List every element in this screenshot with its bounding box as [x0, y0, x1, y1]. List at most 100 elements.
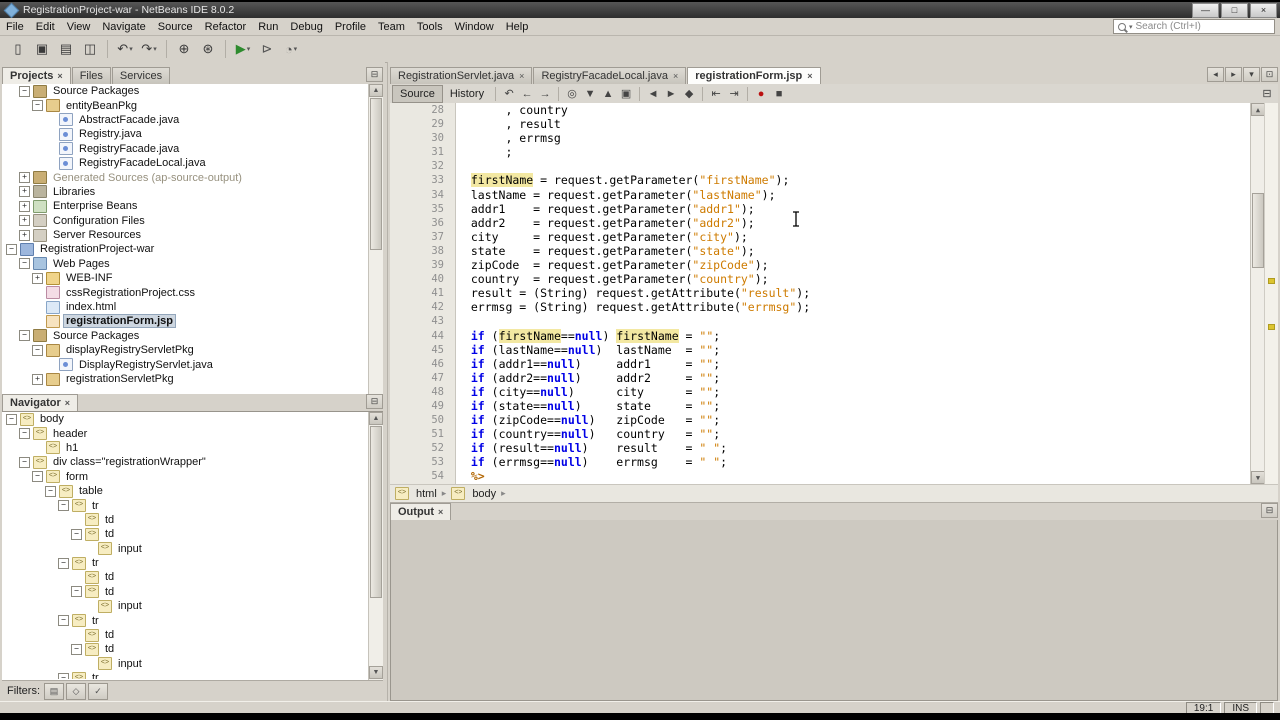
- breadcrumb-item-body[interactable]: body: [472, 488, 496, 500]
- line-number-gutter[interactable]: 28 29 30 31 32 33 34 35 36 37 38 39 40 41 42 43 44 45 46 47…: [390, 103, 456, 484]
- source-view-button[interactable]: Source: [392, 84, 443, 103]
- minimize-button[interactable]: —: [1192, 2, 1219, 18]
- tree-item-td[interactable]: − td: [2, 642, 369, 656]
- line-number[interactable]: 53: [390, 455, 444, 469]
- menu-team[interactable]: Team: [372, 20, 411, 34]
- find-next-occurrence-icon[interactable]: ▼: [581, 86, 599, 102]
- dropdown-arrow-icon[interactable]: ▾: [294, 45, 298, 53]
- toggle-editor-toolbar-icon[interactable]: ⊟: [1258, 86, 1276, 102]
- build-project-button[interactable]: ⊕: [172, 38, 196, 60]
- code-editor[interactable]: 28 29 30 31 32 33 34 35 36 37 38 39 40 41 42 43 44 45 46 47…: [390, 103, 1278, 484]
- code-line[interactable]: country = request.getParameter("country"…: [457, 272, 1250, 286]
- filter-toggle-1-icon[interactable]: ▤: [44, 682, 64, 700]
- tree-item-input[interactable]: input: [2, 599, 369, 613]
- tree-item-enterprise-beans[interactable]: + Enterprise Beans: [2, 199, 369, 213]
- menu-window[interactable]: Window: [449, 20, 500, 34]
- tree-item-registry-java[interactable]: Registry.java: [2, 127, 369, 141]
- line-number[interactable]: 44: [390, 329, 444, 343]
- code-line[interactable]: , errmsg: [457, 131, 1250, 145]
- line-number[interactable]: 49: [390, 399, 444, 413]
- collapse-icon[interactable]: −: [71, 528, 82, 540]
- tree-item-generated-sources-ap-source-output[interactable]: + Generated Sources (ap-source-output): [2, 170, 369, 185]
- dropdown-arrow-icon[interactable]: ▾: [247, 45, 251, 53]
- filter-toggle-3-icon[interactable]: ✓: [88, 682, 108, 700]
- line-number[interactable]: 42: [390, 300, 444, 314]
- close-icon[interactable]: ×: [57, 71, 62, 81]
- tree-item-tr[interactable]: − tr: [2, 671, 369, 679]
- menu-view[interactable]: View: [61, 20, 97, 34]
- code-line[interactable]: if (result==null) result = " ";: [457, 441, 1250, 455]
- line-number[interactable]: 41: [390, 286, 444, 300]
- line-number[interactable]: 32: [390, 159, 444, 173]
- tree-item-td[interactable]: td: [2, 513, 369, 527]
- tab-projects[interactable]: Projects ×: [2, 67, 71, 84]
- tree-item-libraries[interactable]: + Libraries: [2, 185, 369, 199]
- tree-item-registrationform-jsp[interactable]: registrationForm.jsp: [2, 314, 369, 329]
- dropdown-arrow-icon[interactable]: ▾: [153, 45, 157, 53]
- new-project-button[interactable]: ▣: [30, 38, 54, 60]
- find-previous-occurrence-icon[interactable]: ▲: [599, 86, 617, 102]
- line-number[interactable]: 48: [390, 385, 444, 399]
- occurrence-mark[interactable]: [1268, 323, 1275, 330]
- menu-run[interactable]: Run: [252, 20, 284, 34]
- code-line[interactable]: errmsg = (String) request.getAttribute("…: [457, 300, 1250, 314]
- collapse-icon[interactable]: −: [19, 456, 30, 468]
- code-line[interactable]: , result: [457, 117, 1250, 131]
- tree-item-td[interactable]: − td: [2, 527, 369, 541]
- line-number[interactable]: 54: [390, 469, 444, 483]
- toggle-bookmark-icon[interactable]: ◆: [680, 86, 698, 102]
- close-icon[interactable]: ×: [438, 507, 443, 517]
- scrollbar-thumb[interactable]: [370, 426, 382, 598]
- navigator-scrollbar[interactable]: ▲ ▼: [368, 412, 383, 679]
- code-line[interactable]: if (country==null) country = "";: [457, 427, 1250, 441]
- line-number[interactable]: 50: [390, 413, 444, 427]
- occurrence-mark[interactable]: [1268, 278, 1275, 285]
- line-number[interactable]: 38: [390, 244, 444, 258]
- menu-edit[interactable]: Edit: [30, 20, 61, 34]
- expand-icon[interactable]: +: [19, 215, 30, 227]
- tree-item-input[interactable]: input: [2, 542, 369, 556]
- tab-output[interactable]: Output ×: [390, 503, 452, 520]
- close-tab-icon[interactable]: ×: [519, 71, 524, 81]
- back-icon[interactable]: ←: [518, 86, 536, 102]
- tree-item-cssregistrationproject-css[interactable]: cssRegistrationProject.css: [2, 285, 369, 300]
- scrollbar-thumb[interactable]: [1252, 193, 1264, 268]
- tree-item-displayregistryservlet-java[interactable]: DisplayRegistryServlet.java: [2, 357, 369, 372]
- line-number[interactable]: 29: [390, 117, 444, 131]
- collapse-icon[interactable]: −: [6, 243, 17, 255]
- shift-line-left-icon[interactable]: ⇤: [707, 86, 725, 102]
- toggle-highlight-search-icon[interactable]: ▣: [617, 86, 635, 102]
- line-number[interactable]: 31: [390, 145, 444, 159]
- new-file-button[interactable]: ▯: [6, 38, 30, 60]
- minimize-window-icon[interactable]: ⊟: [1261, 503, 1278, 518]
- collapse-icon[interactable]: −: [71, 586, 82, 598]
- last-edit-position-icon[interactable]: ↶: [500, 86, 518, 102]
- minimize-window-icon[interactable]: ⊟: [366, 67, 383, 82]
- filter-toggle-2-icon[interactable]: ◇: [66, 682, 86, 700]
- collapse-icon[interactable]: −: [58, 557, 69, 569]
- menu-help[interactable]: Help: [500, 20, 535, 34]
- close-tab-icon[interactable]: ×: [673, 71, 678, 81]
- menu-refactor[interactable]: Refactor: [199, 20, 253, 34]
- code-line[interactable]: state = request.getParameter("state");: [457, 244, 1250, 258]
- code-line[interactable]: if (addr2==null) addr2 = "";: [457, 371, 1250, 385]
- save-all-button[interactable]: ◫: [78, 38, 102, 60]
- tree-item-input[interactable]: input: [2, 657, 369, 671]
- collapse-icon[interactable]: −: [19, 258, 30, 270]
- minimize-window-icon[interactable]: ⊟: [366, 394, 383, 409]
- scroll-down-icon[interactable]: ▼: [369, 666, 383, 679]
- tree-item-server-resources[interactable]: + Server Resources: [2, 228, 369, 242]
- quick-search-input[interactable]: ▾ Search (Ctrl+I): [1113, 19, 1275, 34]
- line-number[interactable]: 30: [390, 131, 444, 145]
- editor-tab-registrationservlet-java[interactable]: RegistrationServlet.java ×: [390, 67, 533, 84]
- line-number[interactable]: 43: [390, 314, 444, 328]
- breadcrumb-item-html[interactable]: html: [416, 488, 437, 500]
- close-tab-icon[interactable]: ×: [807, 71, 812, 81]
- line-number[interactable]: 45: [390, 343, 444, 357]
- tree-item-td[interactable]: − td: [2, 585, 369, 599]
- start-macro-recording-icon[interactable]: ●: [752, 86, 770, 102]
- forward-icon[interactable]: →: [536, 86, 554, 102]
- navigator-tree[interactable]: −body−headerh1−div class="registrationWr…: [2, 412, 369, 679]
- dropdown-arrow-icon[interactable]: ▾: [129, 45, 133, 53]
- line-number[interactable]: 28: [390, 103, 444, 117]
